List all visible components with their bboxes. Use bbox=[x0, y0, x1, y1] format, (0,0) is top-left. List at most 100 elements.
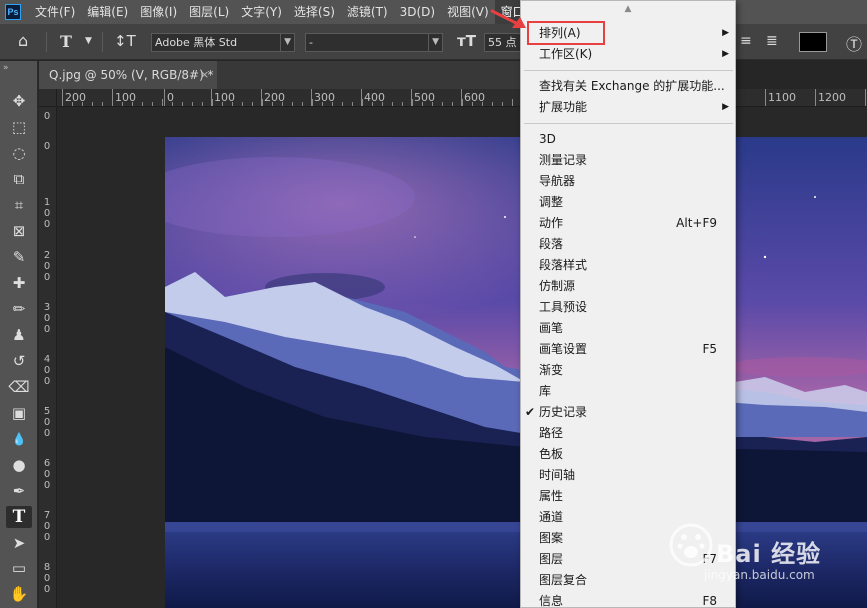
ruler-digit: 3 bbox=[43, 302, 51, 313]
ruler-digit: 0 bbox=[43, 141, 51, 152]
healing-tool-icon[interactable]: ✚ bbox=[6, 272, 32, 294]
eraser-tool-icon[interactable]: ⌫ bbox=[6, 376, 32, 398]
menu-item-2-17[interactable]: 属性 bbox=[522, 486, 735, 507]
menu-item-7[interactable]: 3D(D) bbox=[394, 0, 441, 24]
menu-item-2-12[interactable]: 库 bbox=[522, 381, 735, 402]
menu-item-2-20[interactable]: 图层 F7 bbox=[522, 549, 735, 570]
vertical-ruler[interactable]: 00100200300400500600700800 bbox=[39, 107, 57, 608]
warp-text-icon[interactable]: Ⓣ bbox=[846, 31, 862, 55]
chevron-down-icon[interactable]: ▼ bbox=[85, 36, 92, 46]
ruler-minor-tick bbox=[222, 102, 223, 106]
menu-item-6[interactable]: 滤镜(T) bbox=[341, 0, 394, 24]
menu-item-0[interactable]: 文件(F) bbox=[29, 0, 81, 24]
menu-item-1-0[interactable]: 查找有关 Exchange 的扩展功能... bbox=[522, 76, 735, 97]
ruler-digit: 0 bbox=[43, 521, 51, 532]
menu-item-1[interactable]: 编辑(E) bbox=[81, 0, 134, 24]
menu-item-2-2[interactable]: 导航器 bbox=[522, 171, 735, 192]
horizontal-ruler[interactable]: 200 100 0 100 200 300 400 500 600 bbox=[57, 89, 520, 107]
align-center-icon[interactable]: ≡ bbox=[740, 33, 752, 49]
type-tool-icon[interactable]: T bbox=[6, 506, 32, 528]
menu-item-4[interactable]: 文字(Y) bbox=[235, 0, 288, 24]
canvas-area[interactable] bbox=[57, 107, 867, 608]
menu-item-2-19[interactable]: 图案 bbox=[522, 528, 735, 549]
menu-item-2-9[interactable]: 画笔 bbox=[522, 318, 735, 339]
menu-item-label: 时间轴 bbox=[539, 468, 576, 482]
ruler-minor-tick bbox=[292, 102, 293, 106]
text-orientation-icon[interactable]: ↕T bbox=[114, 32, 136, 50]
ruler-tick bbox=[815, 89, 816, 106]
menu-item-label: 属性 bbox=[539, 489, 564, 503]
ruler-minor-tick bbox=[252, 102, 253, 106]
menu-item-2-3[interactable]: 调整 bbox=[522, 192, 735, 213]
menu-item-2-10[interactable]: 画笔设置 F5 bbox=[522, 339, 735, 360]
font-size-select[interactable]: 55 点 bbox=[484, 33, 522, 52]
font-style-select[interactable]: - ▼ bbox=[305, 33, 443, 52]
menu-item-label: 测量记录 bbox=[539, 153, 588, 167]
menu-item-2-6[interactable]: 段落样式 bbox=[522, 255, 735, 276]
ruler-minor-tick bbox=[462, 99, 463, 106]
gradient-tool-icon[interactable]: ▣ bbox=[6, 402, 32, 424]
hand-tool-icon[interactable]: ✋ bbox=[6, 583, 32, 605]
menu-item-2-21[interactable]: 图层复合 bbox=[522, 570, 735, 591]
ruler-minor-tick bbox=[122, 102, 123, 106]
menu-item-2-16[interactable]: 时间轴 bbox=[522, 465, 735, 486]
move-tool-icon[interactable]: ✥ bbox=[6, 90, 32, 112]
ruler-minor-tick bbox=[272, 102, 273, 106]
menu-item-2-8[interactable]: 工具预设 bbox=[522, 297, 735, 318]
object-select-tool-icon[interactable]: ⧉ bbox=[6, 168, 32, 190]
path-select-tool-icon[interactable]: ➤ bbox=[6, 532, 32, 554]
ruler-minor-tick bbox=[302, 102, 303, 106]
menu-items: 文件(F) 编辑(E) 图像(I) 图层(L) 文字(Y) 选择(S) 滤镜(T) 3D(D)… bbox=[29, 0, 552, 24]
pen-tool-icon[interactable]: ✒ bbox=[6, 480, 32, 502]
stamp-tool-icon[interactable]: ♟ bbox=[6, 324, 32, 346]
menu-item-label: 画笔 bbox=[539, 321, 564, 335]
ruler-minor-tick bbox=[262, 99, 263, 106]
align-right-icon[interactable]: ≣ bbox=[766, 33, 778, 49]
rectangle-tool-icon[interactable]: ▭ bbox=[6, 557, 32, 579]
menu-item-2-1[interactable]: 测量记录 bbox=[522, 150, 735, 171]
history-brush-tool-icon[interactable]: ↺ bbox=[6, 350, 32, 372]
menu-item-5[interactable]: 选择(S) bbox=[288, 0, 341, 24]
menu-item-2-7[interactable]: 仿制源 bbox=[522, 276, 735, 297]
menu-item-0-1[interactable]: 工作区(K) ▶ bbox=[522, 44, 735, 65]
menu-item-2-18[interactable]: 通道 bbox=[522, 507, 735, 528]
menu-item-8[interactable]: 视图(V) bbox=[441, 0, 495, 24]
ruler-minor-tick bbox=[132, 102, 133, 106]
menu-item-2[interactable]: 图像(I) bbox=[134, 0, 183, 24]
type-tool-preset-icon[interactable]: T bbox=[60, 32, 72, 51]
menu-item-2-13[interactable]: 历史记录 ✔ bbox=[522, 402, 735, 423]
collapse-panel-icon[interactable]: » bbox=[3, 63, 9, 73]
menu-item-2-4[interactable]: 动作 Alt+F9 bbox=[522, 213, 735, 234]
menu-item-2-11[interactable]: 渐变 bbox=[522, 360, 735, 381]
crop-tool-icon[interactable]: ⌗ bbox=[6, 194, 32, 216]
ruler-label: 0 bbox=[42, 111, 52, 122]
document-tab[interactable]: Q.jpg @ 50% (V, RGB/8#) * × bbox=[39, 61, 217, 89]
menu-item-1-1[interactable]: 扩展功能 ▶ bbox=[522, 97, 735, 118]
menu-item-3[interactable]: 图层(L) bbox=[183, 0, 235, 24]
dodge-tool-icon[interactable]: ● bbox=[6, 454, 32, 476]
window-menu-dropdown: ▲ 排列(A) ▶ 工作区(K) ▶ 查找有关 Exchange 的扩展功能... 扩展功… bbox=[520, 0, 736, 608]
brush-tool-icon[interactable]: ✏ bbox=[6, 298, 32, 320]
horizontal-ruler-right[interactable]: 110012001300 bbox=[736, 89, 867, 107]
menu-item-2-22[interactable]: 信息 F8 bbox=[522, 591, 735, 608]
divider bbox=[102, 32, 103, 52]
eyedropper-tool-icon[interactable]: ✎ bbox=[6, 246, 32, 268]
menu-item-2-5[interactable]: 段落 bbox=[522, 234, 735, 255]
menu-item-2-0[interactable]: 3D bbox=[522, 129, 735, 150]
lasso-tool-icon[interactable]: ◌ bbox=[6, 142, 32, 164]
marquee-tool-icon[interactable]: ⬚ bbox=[6, 116, 32, 138]
menu-item-2-15[interactable]: 色板 bbox=[522, 444, 735, 465]
menu-item-label: 排列(A) bbox=[539, 26, 581, 40]
close-icon[interactable]: × bbox=[200, 61, 209, 89]
home-icon[interactable]: ⌂ bbox=[18, 31, 28, 50]
scroll-up-icon[interactable]: ▲ bbox=[521, 4, 735, 14]
ruler-digit: 0 bbox=[43, 219, 51, 230]
frame-tool-icon[interactable]: ⊠ bbox=[6, 220, 32, 242]
menu-item-2-14[interactable]: 路径 bbox=[522, 423, 735, 444]
blur-tool-icon[interactable]: 💧 bbox=[6, 428, 32, 450]
menu-item-0-0[interactable]: 排列(A) ▶ bbox=[522, 23, 735, 44]
font-style-value: - bbox=[309, 36, 313, 49]
font-family-select[interactable]: Adobe 黑体 Std ▼ bbox=[151, 33, 295, 52]
text-color-swatch[interactable] bbox=[799, 32, 827, 52]
menu-item-label: 导航器 bbox=[539, 174, 576, 188]
